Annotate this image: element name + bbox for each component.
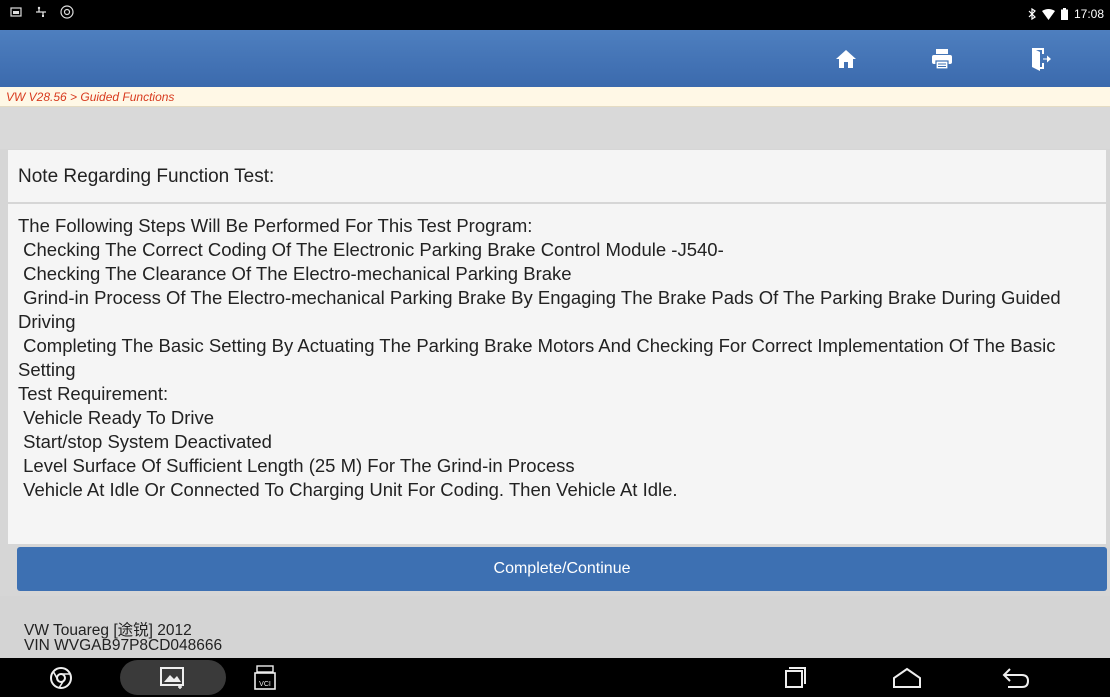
recent-apps-icon	[785, 666, 806, 688]
back-icon	[1002, 667, 1030, 688]
content-panel[interactable]: The Following Steps Will Be Performed Fo…	[8, 204, 1106, 544]
usb-icon	[36, 6, 46, 17]
vehicle-info: VW Touareg [途锐] 2012 VIN WVGAB97P8CD0486…	[0, 596, 1110, 658]
recent-apps-button[interactable]	[780, 662, 810, 693]
home-icon	[836, 50, 856, 68]
battery-icon	[1060, 8, 1068, 20]
printer-icon	[932, 49, 952, 70]
content-line: Start/stop System Deactivated	[18, 431, 272, 452]
content-line: The Following Steps Will Be Performed Fo…	[18, 215, 533, 236]
content-line: Grind-in Process Of The Electro-mechanic…	[18, 287, 1066, 332]
content-line: Checking The Clearance Of The Electro-me…	[18, 263, 572, 284]
exit-button[interactable]	[1024, 44, 1058, 74]
vci-icon: VCI	[254, 664, 276, 690]
bluetooth-icon	[1028, 8, 1036, 20]
gallery-icon	[160, 666, 184, 689]
content-line: Level Surface Of Sufficient Length (25 M…	[18, 455, 575, 476]
home-nav-icon	[893, 667, 921, 688]
note-title: Note Regarding Function Test:	[18, 166, 275, 187]
vci-label: VCI	[259, 681, 271, 688]
vci-button[interactable]: VCI	[250, 662, 280, 693]
gallery-button[interactable]	[158, 662, 188, 693]
breadcrumb-text[interactable]: VW V28.56 > Guided Functions	[6, 90, 174, 104]
content-line: Checking The Correct Coding Of The Elect…	[18, 239, 724, 260]
print-button[interactable]	[925, 44, 959, 74]
exit-icon	[1032, 48, 1051, 71]
navigation-bar: VCI	[0, 658, 1110, 697]
breadcrumb: VW V28.56 > Guided Functions	[0, 87, 1110, 107]
settings-circle-icon	[60, 5, 74, 19]
content-line: Completing The Basic Setting By Actuatin…	[18, 335, 1061, 380]
app-header	[0, 30, 1110, 87]
note-panel: Note Regarding Function Test:	[8, 150, 1106, 202]
chrome-icon	[50, 666, 72, 689]
home-button[interactable]	[829, 44, 863, 74]
content-line: Vehicle Ready To Drive	[18, 407, 215, 428]
screenshot-icon	[10, 7, 22, 17]
vehicle-vin: VIN WVGAB97P8CD048666	[24, 637, 223, 654]
content-text: The Following Steps Will Be Performed Fo…	[18, 214, 1093, 502]
complete-continue-button[interactable]: Complete/Continue	[17, 547, 1107, 591]
status-bar: 17:08	[0, 0, 1110, 30]
content-line: Vehicle At Idle Or Connected To Charging…	[18, 479, 678, 500]
content-line: Test Requirement:	[18, 383, 169, 404]
chrome-button[interactable]	[46, 662, 76, 693]
clock: 17:08	[1073, 7, 1104, 21]
home-nav-button[interactable]	[890, 662, 924, 693]
toolbar-band	[0, 107, 1110, 149]
wifi-icon	[1041, 8, 1055, 20]
back-button[interactable]	[1000, 662, 1032, 693]
